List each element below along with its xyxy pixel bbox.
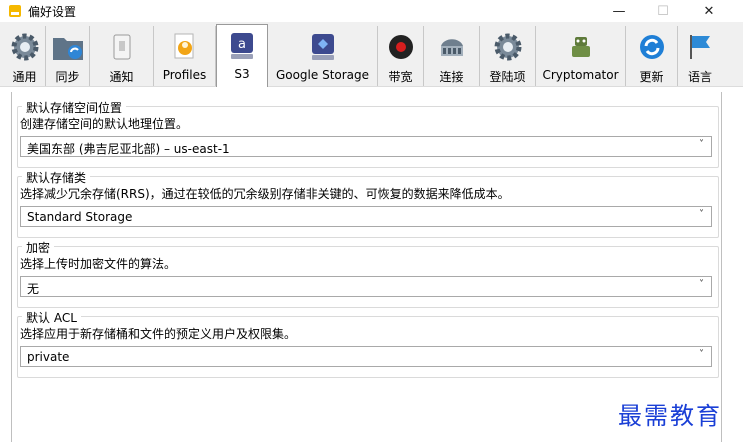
tab-label: Profiles (162, 68, 207, 82)
tab-notifications[interactable]: 通知 (90, 26, 154, 86)
chevron-down-icon: ˅ (699, 139, 704, 150)
tab-label: Cryptomator (542, 68, 619, 82)
default-storage-class-group: 默认存储类 选择减少冗余存储(RRS)，通过在较低的冗余级别存储非关键的、可恢复… (17, 169, 719, 238)
tab-s3[interactable]: a S3 (216, 24, 268, 87)
refresh-icon (634, 30, 670, 64)
chevron-down-icon: ˅ (699, 349, 704, 360)
tab-login-items[interactable]: 登陆项 (480, 26, 536, 86)
chevron-down-icon: ˅ (699, 209, 704, 220)
minimize-button[interactable]: — (596, 0, 642, 22)
encryption-group: 加密 选择上传时加密文件的算法。 无 ˅ (17, 239, 719, 308)
tab-cryptomator[interactable]: Cryptomator (536, 26, 626, 86)
select-value: private (27, 350, 70, 364)
tab-label: 带宽 (388, 70, 413, 84)
svg-text:a: a (238, 37, 246, 52)
close-button[interactable]: ✕ (686, 0, 732, 22)
select-value: 美国东部 (弗吉尼亚北部) – us-east-1 (27, 142, 230, 156)
folder-sync-icon (50, 30, 86, 64)
storage-class-select[interactable]: Standard Storage ˅ (20, 206, 712, 227)
group-title: 默认 ACL (22, 309, 81, 326)
s3-settings-pane: 默认存储空间位置 创建存储空间的默认地理位置。 美国东部 (弗吉尼亚北部) – … (11, 92, 722, 442)
tab-google-storage[interactable]: Google Storage (268, 26, 378, 86)
maximize-button[interactable]: ☐ (640, 0, 686, 22)
robot-icon (563, 30, 599, 64)
acl-select[interactable]: private ˅ (20, 346, 712, 367)
tab-sync[interactable]: 同步 (46, 26, 90, 86)
network-card-icon (434, 30, 470, 64)
window-title: 偏好设置 (28, 5, 77, 19)
preferences-toolbar: 通用 同步 通知 Profiles a S3 Google Storage 带宽… (0, 22, 743, 87)
tab-label: 连接 (439, 70, 464, 84)
group-description: 选择减少冗余存储(RRS)，通过在较低的冗余级别存储非关键的、可恢复的数据来降低… (20, 187, 510, 201)
google-storage-icon (305, 30, 341, 64)
switch-icon (104, 30, 140, 64)
flag-icon (682, 30, 718, 64)
gear-icon (7, 30, 43, 64)
tab-bandwidth[interactable]: 带宽 (378, 26, 424, 86)
gear-icon (490, 30, 526, 64)
tab-connection[interactable]: 连接 (424, 26, 480, 86)
group-description: 选择上传时加密文件的算法。 (20, 257, 177, 271)
group-title: 默认存储空间位置 (22, 99, 127, 116)
tab-update[interactable]: 更新 (626, 26, 678, 86)
tab-label: 登陆项 (489, 70, 526, 84)
gauge-icon (383, 30, 419, 64)
title-bar: 偏好设置 — ☐ ✕ (0, 0, 743, 22)
default-region-select[interactable]: 美国东部 (弗吉尼亚北部) – us-east-1 ˅ (20, 136, 712, 157)
default-region-group: 默认存储空间位置 创建存储空间的默认地理位置。 美国东部 (弗吉尼亚北部) – … (17, 99, 719, 168)
watermark: 最需教育 (618, 402, 722, 430)
tab-language[interactable]: 语言 (678, 26, 722, 86)
app-icon (9, 5, 21, 17)
group-title: 默认存储类 (22, 169, 91, 186)
tab-label: 同步 (55, 70, 80, 84)
tab-general[interactable]: 通用 (4, 26, 46, 86)
tab-label: Google Storage (275, 68, 370, 82)
group-title: 加密 (22, 239, 55, 256)
tab-label: 更新 (639, 70, 664, 84)
select-value: 无 (27, 282, 40, 296)
default-acl-group: 默认 ACL 选择应用于新存储桶和文件的预定义用户及权限集。 private ˅ (17, 309, 719, 378)
group-description: 创建存储空间的默认地理位置。 (20, 117, 189, 131)
group-description: 选择应用于新存储桶和文件的预定义用户及权限集。 (20, 327, 297, 341)
tab-profiles[interactable]: Profiles (154, 26, 216, 86)
tab-label: 语言 (687, 70, 712, 84)
profile-doc-icon (167, 30, 203, 64)
tab-label: 通知 (109, 70, 134, 84)
chevron-down-icon: ˅ (699, 279, 704, 290)
encryption-select[interactable]: 无 ˅ (20, 276, 712, 297)
tab-label: 通用 (12, 70, 37, 84)
s3-drive-icon: a (224, 29, 260, 63)
select-value: Standard Storage (27, 210, 133, 224)
tab-label: S3 (234, 67, 250, 81)
